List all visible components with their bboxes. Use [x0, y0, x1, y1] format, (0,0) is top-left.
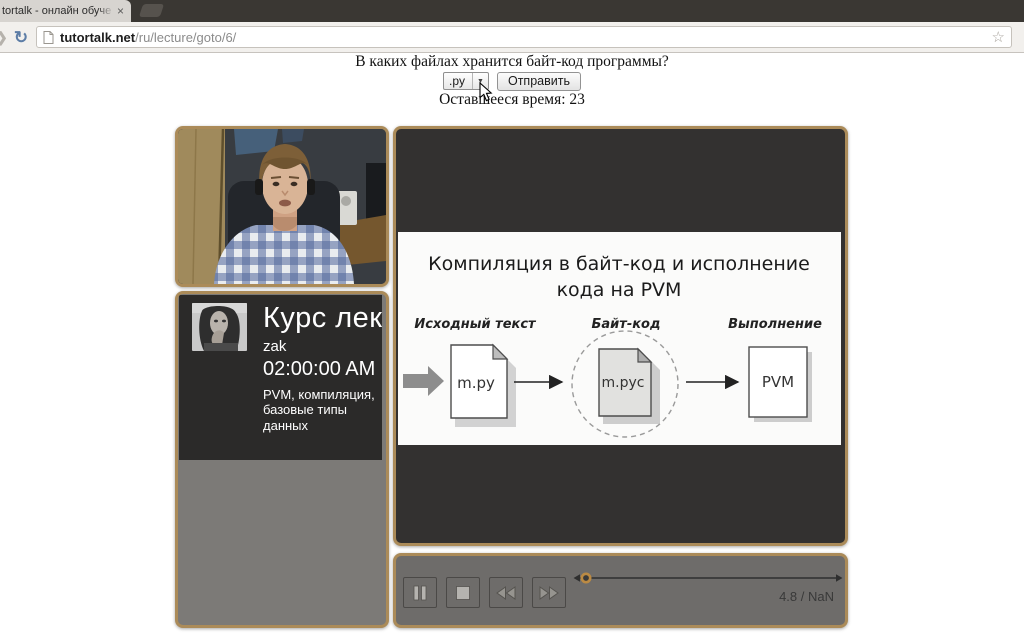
browser-window: tortalk - онлайн обуче × ❯ ↻ tutortalk.n… [0, 0, 1024, 633]
course-info-text: Курс лек zak 02:00:00 AM PVM, компиляция… [263, 303, 381, 460]
bookmark-star-icon[interactable]: ☆ [992, 30, 1005, 45]
rewind-icon [496, 586, 516, 600]
pause-button[interactable] [403, 577, 437, 608]
avatar [192, 303, 247, 351]
doc-m-pyc: m.pyc [599, 349, 660, 424]
course-time: 02:00:00 AM [263, 358, 381, 381]
label-execution: Выполнение [728, 317, 822, 332]
quiz-timer: Оставшееся время: 23 [0, 91, 1024, 109]
course-info-panel: Курс лек zak 02:00:00 AM PVM, компиляция… [175, 291, 389, 628]
entry-arrow [403, 366, 444, 396]
stop-button[interactable] [446, 577, 480, 608]
browser-tab[interactable]: tortalk - онлайн обуче × [0, 0, 131, 22]
node-source: m.py [457, 374, 495, 392]
answer-select-value: .py [449, 74, 465, 88]
label-source: Исходный текст [414, 317, 537, 332]
box-pvm: PVM [749, 347, 812, 422]
url-path: /ru/lecture/goto/6/ [135, 30, 236, 45]
answer-row: .py ▼ Отправить [0, 71, 1024, 91]
pause-icon [412, 585, 428, 601]
stop-icon [455, 585, 471, 601]
webcam-video [178, 129, 386, 284]
label-bytecode: Байт-код [592, 317, 661, 332]
url-domain: tutortalk.net [60, 30, 135, 45]
webcam-panel [175, 126, 389, 287]
tab-strip: tortalk - онлайн обуче × [0, 0, 1024, 22]
new-tab-button[interactable] [139, 4, 164, 17]
course-info-card: Курс лек zak 02:00:00 AM PVM, компиляция… [179, 295, 382, 460]
rewind-button[interactable] [489, 577, 523, 608]
mouse-cursor [479, 82, 493, 102]
quiz-question: В каких файлах хранится байт-код програм… [0, 53, 1024, 71]
slide-title-line1: Компиляция в байт-код и исполнение [428, 253, 810, 275]
node-bytecode: m.pyc [602, 375, 645, 391]
slide-player-panel: Компиляция в байт-код и исполнение кода … [393, 126, 848, 546]
course-author: zak [263, 338, 381, 355]
lecture-slide: Компиляция в байт-код и исполнение кода … [398, 232, 841, 445]
reload-icon: ↻ [14, 29, 28, 46]
slide-title-line2: кода на PVM [557, 279, 682, 301]
reload-button[interactable]: ↻ [10, 26, 32, 48]
browser-toolbar: ❯ ↻ tutortalk.net/ru/lecture/goto/6/ ☆ [0, 22, 1024, 53]
course-title: Курс лек [263, 303, 381, 335]
tab-close-icon[interactable]: × [114, 5, 127, 17]
fast-forward-button[interactable] [532, 577, 566, 608]
submit-button[interactable]: Отправить [497, 72, 581, 91]
doc-m-py: m.py [451, 345, 516, 427]
forward-icon[interactable]: ❯ [0, 29, 8, 46]
node-vm: PVM [762, 373, 794, 391]
slide-diagram: Компиляция в байт-код и исполнение кода … [398, 232, 841, 445]
player-controls-panel: 4.8 / NaN [393, 553, 848, 628]
course-topics: PVM, компиляция, базовые типы данных [263, 387, 381, 433]
address-bar[interactable]: tutortalk.net/ru/lecture/goto/6/ ☆ [36, 26, 1012, 48]
playback-progress: 4.8 / NaN [779, 589, 834, 604]
fast-forward-icon [539, 586, 559, 600]
seek-left-arrow-icon [574, 574, 581, 582]
tab-title: tortalk - онлайн обуче [2, 5, 114, 17]
seek-slider[interactable] [573, 571, 843, 585]
seek-handle[interactable] [582, 574, 590, 582]
seek-right-arrow-icon [836, 574, 843, 582]
page-icon [43, 31, 54, 44]
